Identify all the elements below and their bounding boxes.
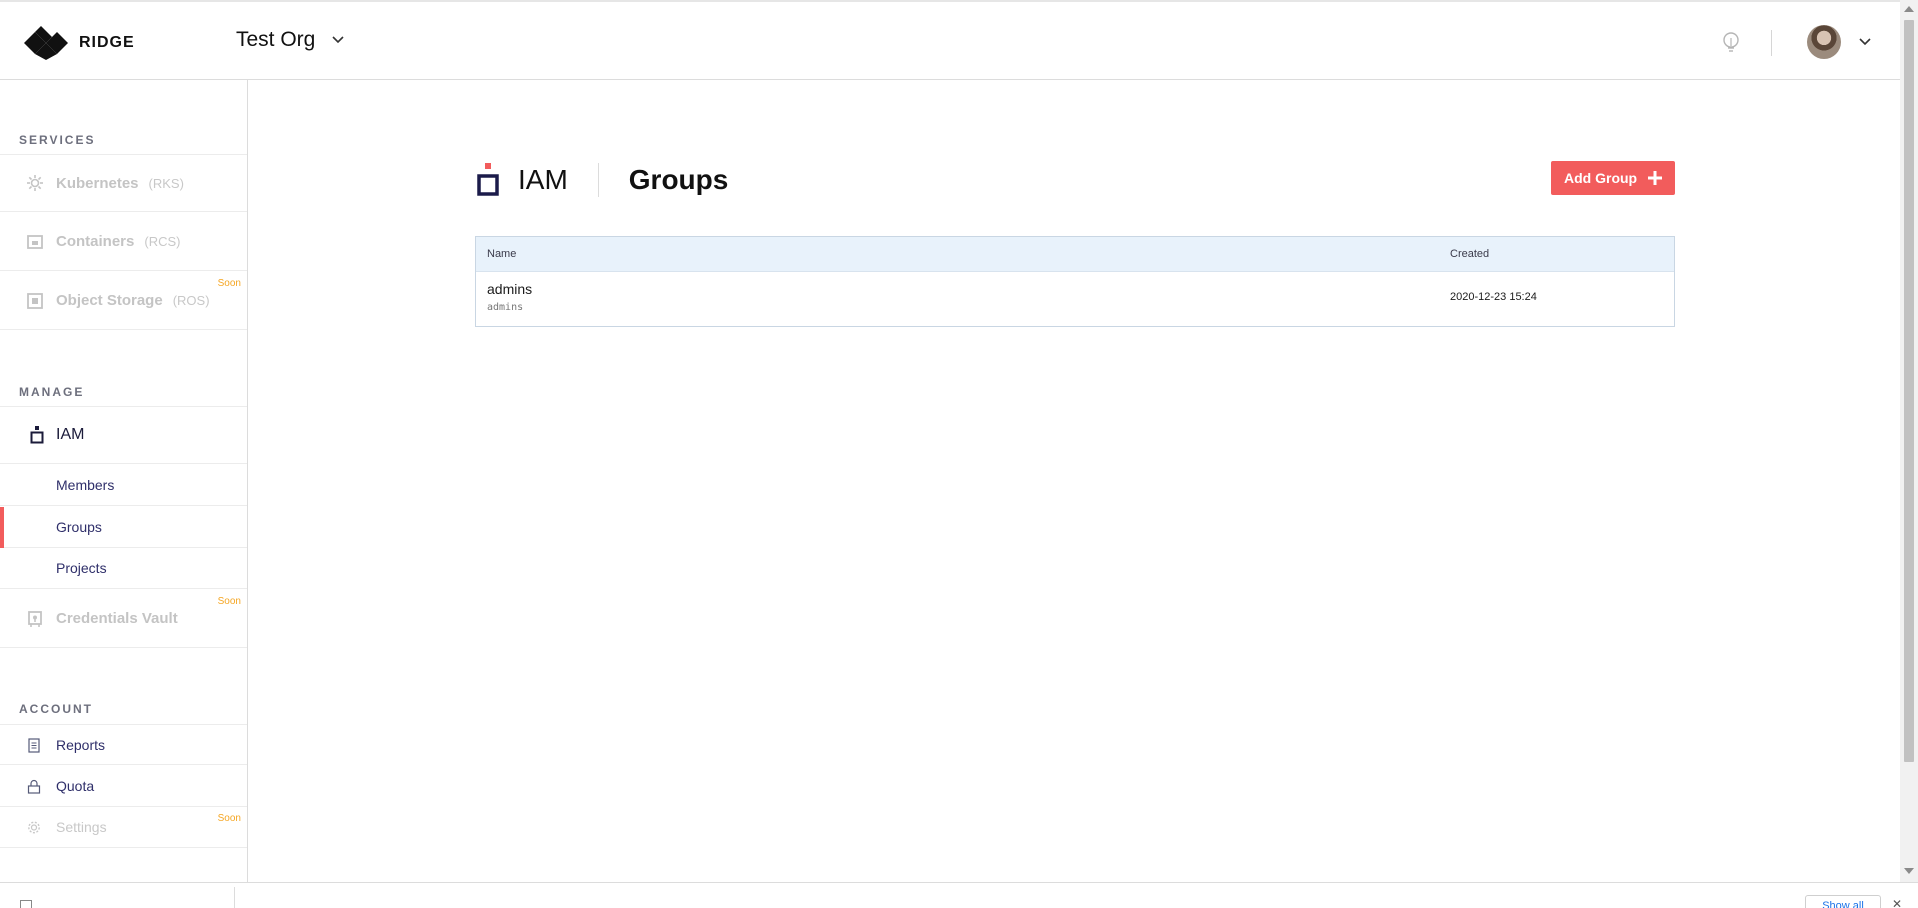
sidebar-subitem-projects[interactable]: Projects: [0, 548, 247, 589]
soon-badge: Soon: [217, 813, 241, 824]
page-section-label: IAM: [518, 164, 568, 195]
sidebar-item-abbr: (RCS): [144, 234, 181, 249]
brand-logo[interactable]: RIDGE: [24, 26, 135, 60]
page-scrollbar[interactable]: [1900, 0, 1918, 882]
document-icon: [28, 738, 40, 753]
sidebar-item-label: Settings: [56, 819, 107, 835]
close-icon[interactable]: ✕: [1892, 897, 1902, 908]
container-icon: [27, 234, 43, 249]
group-created: 2020-12-23 15:24: [1450, 291, 1537, 303]
sidebar-item-reports[interactable]: Reports: [0, 724, 247, 765]
sidebar-item-quota[interactable]: Quota: [0, 766, 247, 807]
lightbulb-icon[interactable]: [1720, 30, 1742, 56]
section-title-services: SERVICES: [19, 133, 96, 147]
show-all-button[interactable]: Show all: [1805, 895, 1881, 908]
sidebar: SERVICES Kubernetes (RKS) Containers (RCS)…: [0, 80, 248, 882]
storage-icon: [27, 292, 43, 309]
page-title: Groups: [628, 164, 729, 195]
gear-icon: [28, 821, 40, 834]
file-icon[interactable]: [20, 900, 32, 908]
table-header: Name Created: [476, 237, 1674, 272]
sidebar-item-settings[interactable]: Settings Soon: [0, 807, 247, 848]
column-header-name[interactable]: Name: [487, 248, 516, 260]
sidebar-item-label: IAM: [56, 426, 85, 443]
sidebar-item-label: Credentials Vault: [56, 610, 178, 627]
add-group-button[interactable]: Add Group: [1551, 161, 1675, 195]
org-switcher[interactable]: Test Org: [236, 28, 345, 52]
ridge-logo-icon: [24, 26, 68, 60]
section-title-manage: MANAGE: [19, 385, 85, 399]
top-header: RIDGE Test Org: [0, 0, 1900, 80]
sidebar-item-label: Containers: [56, 233, 135, 250]
scrollbar-thumb[interactable]: [1904, 20, 1914, 762]
sidebar-item-kubernetes[interactable]: Kubernetes (RKS): [0, 154, 247, 212]
soon-badge: Soon: [217, 596, 241, 607]
page-header: IAM Groups: [476, 160, 728, 200]
header-divider: [1771, 30, 1772, 56]
sidebar-item-label: Quota: [56, 778, 95, 794]
sidebar-subitem-members[interactable]: Members: [0, 465, 247, 506]
iam-icon: [30, 426, 44, 444]
add-group-label: Add Group: [1564, 170, 1638, 186]
avatar[interactable]: [1807, 25, 1841, 59]
scroll-up-arrow-icon[interactable]: [1904, 6, 1914, 12]
kubernetes-icon: [27, 175, 43, 191]
section-title-account: ACCOUNT: [19, 702, 93, 716]
group-slug: admins: [487, 302, 524, 313]
header-divider: [597, 163, 599, 197]
chevron-down-icon: [332, 36, 344, 44]
soon-badge: Soon: [217, 278, 241, 289]
brand-name: RIDGE: [79, 34, 135, 51]
vault-icon: [28, 610, 42, 627]
sidebar-item-label: Kubernetes: [56, 174, 139, 192]
sidebar-item-credentials-vault[interactable]: Credentials Vault Soon: [0, 590, 247, 648]
sidebar-item-label: Reports: [56, 737, 106, 753]
groups-table: Name Created admins admins 2020-12-23 15…: [475, 236, 1675, 327]
chevron-down-icon[interactable]: [1858, 35, 1872, 49]
sidebar-subitem-label: Members: [56, 477, 115, 493]
sidebar-item-iam[interactable]: IAM: [0, 406, 247, 464]
table-row[interactable]: admins admins 2020-12-23 15:24: [476, 272, 1674, 326]
sidebar-item-object-storage[interactable]: Object Storage (ROS) Soon: [0, 272, 247, 330]
sidebar-subitem-label: Projects: [56, 560, 107, 576]
sidebar-item-containers[interactable]: Containers (RCS): [0, 213, 247, 271]
sidebar-subitem-groups[interactable]: Groups: [0, 507, 247, 548]
download-bar: Show all ✕: [0, 882, 1918, 908]
scroll-down-arrow-icon[interactable]: [1904, 868, 1914, 874]
sidebar-item-label: Object Storage: [56, 292, 163, 309]
group-name[interactable]: admins: [487, 281, 532, 297]
sidebar-item-abbr: (RKS): [148, 175, 184, 191]
org-name: Test Org: [236, 28, 316, 51]
plus-icon: [1648, 171, 1662, 185]
sidebar-item-abbr: (ROS): [172, 293, 210, 308]
lock-icon: [27, 779, 41, 794]
sidebar-subitem-label: Groups: [56, 519, 102, 535]
download-bar-divider: [234, 887, 235, 908]
iam-icon: [477, 163, 499, 196]
column-header-created[interactable]: Created: [1450, 248, 1489, 260]
